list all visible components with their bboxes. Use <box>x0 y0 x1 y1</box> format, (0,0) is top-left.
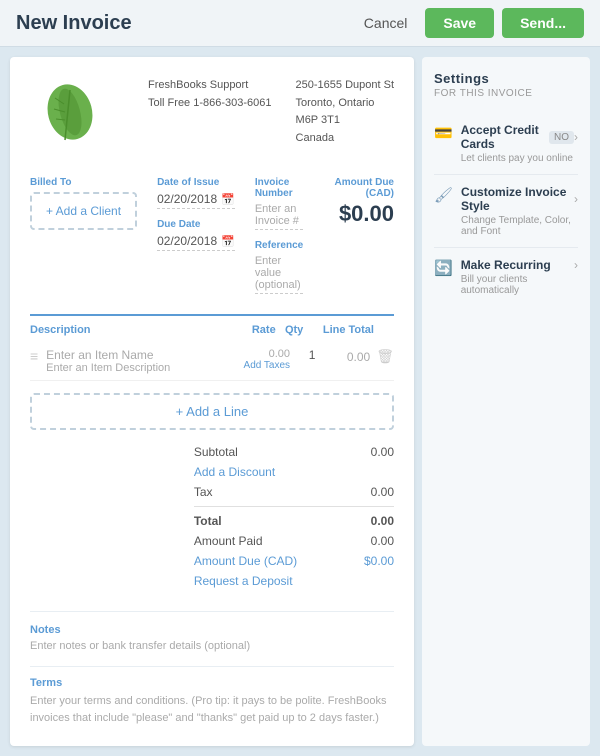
credit-cards-badge: NO <box>549 131 574 144</box>
total-col-header: Line Total <box>313 324 374 336</box>
amount-due-cad-row: Amount Due (CAD) $0.00 <box>194 551 394 571</box>
delete-line-icon[interactable]: 🗑 <box>376 348 394 365</box>
due-calendar-icon: 📅 <box>221 235 235 248</box>
notes-input[interactable]: Enter notes or bank transfer details (op… <box>30 640 394 652</box>
company-info-left: FreshBooks Support Toll Free 1-866-303-6… <box>148 77 272 147</box>
sidebar-subtitle: For This Invoice <box>434 88 578 99</box>
billing-row: Billed To + Add a Client Date of Issue 0… <box>30 177 394 294</box>
drag-handle-icon[interactable]: ≡ <box>30 348 38 364</box>
reference-field[interactable]: Enter value (optional) <box>255 255 303 294</box>
credit-cards-content: Accept Credit Cards NO › Let clients pay… <box>461 123 578 164</box>
invoice-number-field[interactable]: Enter an Invoice # <box>255 203 303 230</box>
invoice-number-label: Invoice Number <box>255 177 303 199</box>
due-date-label: Due Date <box>157 219 235 230</box>
terms-input[interactable]: Enter your terms and conditions. (Pro ti… <box>30 693 394 726</box>
invoice-divider <box>30 314 394 316</box>
sidebar-title: Settings <box>434 71 578 86</box>
sidebar-item-customize-style[interactable]: 🖌 Customize Invoice Style › Change Templ… <box>434 175 578 248</box>
credit-card-icon: 💳 <box>434 124 453 142</box>
line-item-row: ≡ Enter an Item Name Enter an Item Descr… <box>30 342 394 381</box>
item-description-inputs: Enter an Item Name Enter an Item Descrip… <box>46 348 226 374</box>
logo-area <box>30 77 110 157</box>
main-layout: FreshBooks Support Toll Free 1-866-303-6… <box>0 47 600 756</box>
date-issue-col: Date of Issue 02/20/2018 📅 Due Date 02/2… <box>157 177 235 251</box>
page-title: New Invoice <box>16 12 354 35</box>
amount-due-label: Amount Due (CAD) <box>323 177 394 199</box>
credit-cards-desc: Let clients pay you online <box>461 153 578 164</box>
make-recurring-desc: Bill your clients automatically <box>461 274 578 296</box>
subtotal-row: Subtotal 0.00 <box>194 442 394 462</box>
header-actions: Cancel Save Send... <box>354 8 584 38</box>
recurring-icon: 🔄 <box>434 259 453 277</box>
add-line-button[interactable]: + Add a Line <box>30 393 394 430</box>
item-line-total-col: 0.00 🗑 <box>334 348 394 365</box>
notes-label: Notes <box>30 624 394 636</box>
add-client-button[interactable]: + Add a Client <box>30 192 137 230</box>
line-items-header: Description Rate Qty Line Total <box>30 324 394 342</box>
sidebar-item-credit-cards[interactable]: 💳 Accept Credit Cards NO › Let clients p… <box>434 113 578 175</box>
totals-section: Subtotal 0.00 Add a Discount Tax 0.00 To… <box>194 442 394 591</box>
item-qty-col[interactable]: 1 <box>294 348 330 362</box>
freshbooks-logo <box>35 82 105 152</box>
settings-sidebar: Settings For This Invoice 💳 Accept Credi… <box>422 57 590 746</box>
invoice-number-col: Invoice Number Enter an Invoice # Refere… <box>255 177 303 294</box>
customize-style-content: Customize Invoice Style › Change Templat… <box>461 185 578 237</box>
tax-row: Tax 0.00 <box>194 482 394 502</box>
due-date-value[interactable]: 02/20/2018 📅 <box>157 234 235 251</box>
customize-style-desc: Change Template, Color, and Font <box>461 215 578 237</box>
billed-to-label: Billed To <box>30 177 137 188</box>
item-desc-placeholder[interactable]: Enter an Item Description <box>46 362 226 374</box>
notes-section: Notes Enter notes or bank transfer detai… <box>30 611 394 652</box>
amount-due-col: Amount Due (CAD) $0.00 <box>323 177 394 227</box>
send-button[interactable]: Send... <box>502 8 584 38</box>
page-header: New Invoice Cancel Save Send... <box>0 0 600 47</box>
company-info-right: 250-1655 Dupont St Toronto, Ontario M6P … <box>296 77 394 147</box>
invoice-area: FreshBooks Support Toll Free 1-866-303-6… <box>10 57 414 746</box>
sidebar-item-make-recurring[interactable]: 🔄 Make Recurring › Bill your clients aut… <box>434 248 578 306</box>
calendar-icon: 📅 <box>221 193 235 206</box>
save-button[interactable]: Save <box>425 8 494 38</box>
customize-style-label: Customize Invoice Style <box>461 185 574 213</box>
qty-col-header: Qty <box>276 324 313 336</box>
desc-col-header: Description <box>30 324 214 336</box>
item-name-placeholder[interactable]: Enter an Item Name <box>46 348 226 362</box>
amount-paid-row: Amount Paid 0.00 <box>194 531 394 551</box>
palette-icon: 🖌 <box>434 186 453 204</box>
request-deposit-row[interactable]: Request a Deposit <box>194 571 394 591</box>
date-issue-value[interactable]: 02/20/2018 📅 <box>157 192 235 209</box>
rate-col-header: Rate <box>214 324 275 336</box>
terms-label: Terms <box>30 677 394 689</box>
credit-cards-label: Accept Credit Cards <box>461 123 549 151</box>
amount-due-value: $0.00 <box>323 201 394 227</box>
item-rate-col: 0.00 Add Taxes <box>230 348 290 371</box>
billed-to-col: Billed To + Add a Client <box>30 177 137 230</box>
chevron-icon-2: › <box>574 258 578 272</box>
discount-row[interactable]: Add a Discount <box>194 462 394 482</box>
terms-section: Terms Enter your terms and conditions. (… <box>30 666 394 726</box>
cancel-button[interactable]: Cancel <box>354 9 418 37</box>
chevron-icon-1: › <box>574 192 578 206</box>
date-issue-label: Date of Issue <box>157 177 235 188</box>
make-recurring-content: Make Recurring › Bill your clients autom… <box>461 258 578 296</box>
total-row: Total 0.00 <box>194 511 394 531</box>
chevron-icon-0: › <box>574 130 578 144</box>
make-recurring-label: Make Recurring <box>461 258 551 272</box>
add-taxes-link[interactable]: Add Taxes <box>230 360 290 371</box>
reference-label: Reference <box>255 240 303 251</box>
invoice-top: FreshBooks Support Toll Free 1-866-303-6… <box>30 77 394 157</box>
